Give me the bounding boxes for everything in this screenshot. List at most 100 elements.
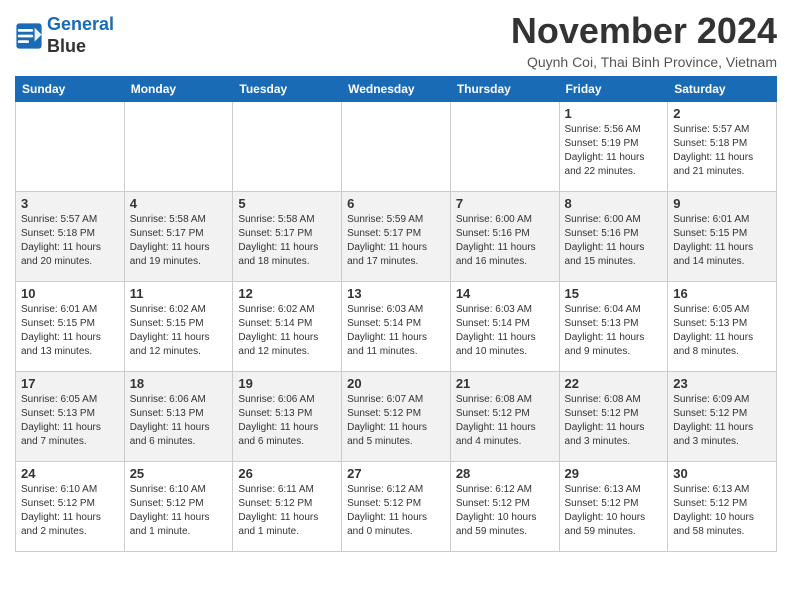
calendar-body: 1 Sunrise: 5:56 AM Sunset: 5:19 PM Daylig… xyxy=(16,102,777,552)
calendar-cell: 30 Sunrise: 6:13 AM Sunset: 5:12 PM Dayli… xyxy=(668,462,777,552)
day-info: Sunrise: 6:01 AM Sunset: 5:15 PM Dayligh… xyxy=(673,213,771,269)
calendar-cell: 4 Sunrise: 5:58 AM Sunset: 5:17 PM Daylig… xyxy=(124,192,233,282)
day-info: Sunrise: 6:02 AM Sunset: 5:15 PM Dayligh… xyxy=(130,303,228,359)
calendar-cell: 18 Sunrise: 6:06 AM Sunset: 5:13 PM Dayli… xyxy=(124,372,233,462)
day-info: Sunrise: 6:08 AM Sunset: 5:12 PM Dayligh… xyxy=(565,393,663,449)
day-number: 19 xyxy=(238,376,336,391)
day-number: 25 xyxy=(130,466,228,481)
day-number: 12 xyxy=(238,286,336,301)
calendar-cell xyxy=(342,102,451,192)
day-info: Sunrise: 6:12 AM Sunset: 5:12 PM Dayligh… xyxy=(347,483,445,539)
day-info: Sunrise: 6:13 AM Sunset: 5:12 PM Dayligh… xyxy=(565,483,663,539)
day-info: Sunrise: 6:06 AM Sunset: 5:13 PM Dayligh… xyxy=(130,393,228,449)
day-number: 29 xyxy=(565,466,663,481)
day-info: Sunrise: 5:56 AM Sunset: 5:19 PM Dayligh… xyxy=(565,123,663,179)
day-number: 5 xyxy=(238,196,336,211)
day-info: Sunrise: 6:09 AM Sunset: 5:12 PM Dayligh… xyxy=(673,393,771,449)
day-number: 7 xyxy=(456,196,554,211)
day-number: 11 xyxy=(130,286,228,301)
day-number: 8 xyxy=(565,196,663,211)
day-info: Sunrise: 6:07 AM Sunset: 5:12 PM Dayligh… xyxy=(347,393,445,449)
calendar-cell: 17 Sunrise: 6:05 AM Sunset: 5:13 PM Dayli… xyxy=(16,372,125,462)
calendar-cell: 20 Sunrise: 6:07 AM Sunset: 5:12 PM Dayli… xyxy=(342,372,451,462)
calendar-cell: 8 Sunrise: 6:00 AM Sunset: 5:16 PM Daylig… xyxy=(559,192,668,282)
day-info: Sunrise: 6:04 AM Sunset: 5:13 PM Dayligh… xyxy=(565,303,663,359)
day-number: 10 xyxy=(21,286,119,301)
day-info: Sunrise: 6:00 AM Sunset: 5:16 PM Dayligh… xyxy=(456,213,554,269)
calendar-cell: 14 Sunrise: 6:03 AM Sunset: 5:14 PM Dayli… xyxy=(450,282,559,372)
calendar-cell: 5 Sunrise: 5:58 AM Sunset: 5:17 PM Daylig… xyxy=(233,192,342,282)
day-header-wednesday: Wednesday xyxy=(342,77,451,102)
day-number: 23 xyxy=(673,376,771,391)
day-info: Sunrise: 6:12 AM Sunset: 5:12 PM Dayligh… xyxy=(456,483,554,539)
calendar-cell: 24 Sunrise: 6:10 AM Sunset: 5:12 PM Dayli… xyxy=(16,462,125,552)
day-header-thursday: Thursday xyxy=(450,77,559,102)
day-number: 30 xyxy=(673,466,771,481)
logo-line1: General xyxy=(47,14,114,34)
day-number: 13 xyxy=(347,286,445,301)
calendar-cell: 25Sunrise: 6:10 AM Sunset: 5:12 PM Dayli… xyxy=(124,462,233,552)
day-info: Sunrise: 5:58 AM Sunset: 5:17 PM Dayligh… xyxy=(130,213,228,269)
day-number: 24 xyxy=(21,466,119,481)
day-number: 26 xyxy=(238,466,336,481)
calendar-cell xyxy=(233,102,342,192)
calendar-cell: 6Sunrise: 5:59 AM Sunset: 5:17 PM Daylig… xyxy=(342,192,451,282)
location: Quynh Coi, Thai Binh Province, Vietnam xyxy=(511,54,777,70)
day-number: 21 xyxy=(456,376,554,391)
month-title: November 2024 xyxy=(511,10,777,52)
day-header-sunday: Sunday xyxy=(16,77,125,102)
logo-icon xyxy=(15,22,43,50)
day-header-saturday: Saturday xyxy=(668,77,777,102)
day-info: Sunrise: 6:08 AM Sunset: 5:12 PM Dayligh… xyxy=(456,393,554,449)
calendar-cell: 11 Sunrise: 6:02 AM Sunset: 5:15 PM Dayli… xyxy=(124,282,233,372)
day-number: 1 xyxy=(565,106,663,121)
calendar-cell: 22 Sunrise: 6:08 AM Sunset: 5:12 PM Dayli… xyxy=(559,372,668,462)
calendar-cell: 13 Sunrise: 6:03 AM Sunset: 5:14 PM Dayli… xyxy=(342,282,451,372)
day-info: Sunrise: 6:02 AM Sunset: 5:14 PM Dayligh… xyxy=(238,303,336,359)
day-info: Sunrise: 6:05 AM Sunset: 5:13 PM Dayligh… xyxy=(673,303,771,359)
calendar-cell: 26Sunrise: 6:11 AM Sunset: 5:12 PM Dayli… xyxy=(233,462,342,552)
calendar-cell: 21 Sunrise: 6:08 AM Sunset: 5:12 PM Dayli… xyxy=(450,372,559,462)
day-number: 14 xyxy=(456,286,554,301)
calendar-cell: 19 Sunrise: 6:06 AM Sunset: 5:13 PM Dayli… xyxy=(233,372,342,462)
calendar-cell: 15 Sunrise: 6:04 AM Sunset: 5:13 PM Dayli… xyxy=(559,282,668,372)
day-number: 2 xyxy=(673,106,771,121)
day-info: Sunrise: 6:10 AM Sunset: 5:12 PM Dayligh… xyxy=(21,483,119,539)
day-number: 16 xyxy=(673,286,771,301)
logo: General Blue xyxy=(15,14,114,57)
day-number: 9 xyxy=(673,196,771,211)
day-number: 15 xyxy=(565,286,663,301)
day-number: 20 xyxy=(347,376,445,391)
day-number: 27 xyxy=(347,466,445,481)
calendar-cell: 2 Sunrise: 5:57 AM Sunset: 5:18 PM Daylig… xyxy=(668,102,777,192)
day-info: Sunrise: 6:13 AM Sunset: 5:12 PM Dayligh… xyxy=(673,483,771,539)
page-container: General Blue November 2024 Quynh Coi, Th… xyxy=(0,0,792,562)
calendar-cell: 12 Sunrise: 6:02 AM Sunset: 5:14 PM Dayli… xyxy=(233,282,342,372)
day-info: Sunrise: 6:05 AM Sunset: 5:13 PM Dayligh… xyxy=(21,393,119,449)
day-info: Sunrise: 6:03 AM Sunset: 5:14 PM Dayligh… xyxy=(347,303,445,359)
calendar-cell: 27 Sunrise: 6:12 AM Sunset: 5:12 PM Dayli… xyxy=(342,462,451,552)
day-number: 17 xyxy=(21,376,119,391)
day-info: Sunrise: 6:00 AM Sunset: 5:16 PM Dayligh… xyxy=(565,213,663,269)
calendar-cell: 9 Sunrise: 6:01 AM Sunset: 5:15 PM Daylig… xyxy=(668,192,777,282)
calendar-header: SundayMondayTuesdayWednesdayThursdayFrid… xyxy=(16,77,777,102)
day-number: 28 xyxy=(456,466,554,481)
calendar-table: SundayMondayTuesdayWednesdayThursdayFrid… xyxy=(15,76,777,552)
day-info: Sunrise: 6:03 AM Sunset: 5:14 PM Dayligh… xyxy=(456,303,554,359)
day-number: 22 xyxy=(565,376,663,391)
day-header-friday: Friday xyxy=(559,77,668,102)
day-info: Sunrise: 5:57 AM Sunset: 5:18 PM Dayligh… xyxy=(673,123,771,179)
title-block: November 2024 Quynh Coi, Thai Binh Provi… xyxy=(511,10,777,70)
day-header-monday: Monday xyxy=(124,77,233,102)
calendar-cell: 3Sunrise: 5:57 AM Sunset: 5:18 PM Daylig… xyxy=(16,192,125,282)
logo-text: General Blue xyxy=(47,14,114,57)
day-info: Sunrise: 6:01 AM Sunset: 5:15 PM Dayligh… xyxy=(21,303,119,359)
day-info: Sunrise: 5:59 AM Sunset: 5:17 PM Dayligh… xyxy=(347,213,445,269)
day-number: 4 xyxy=(130,196,228,211)
calendar-cell xyxy=(124,102,233,192)
day-info: Sunrise: 6:06 AM Sunset: 5:13 PM Dayligh… xyxy=(238,393,336,449)
day-number: 18 xyxy=(130,376,228,391)
day-info: Sunrise: 5:58 AM Sunset: 5:17 PM Dayligh… xyxy=(238,213,336,269)
day-header-tuesday: Tuesday xyxy=(233,77,342,102)
calendar-cell xyxy=(450,102,559,192)
